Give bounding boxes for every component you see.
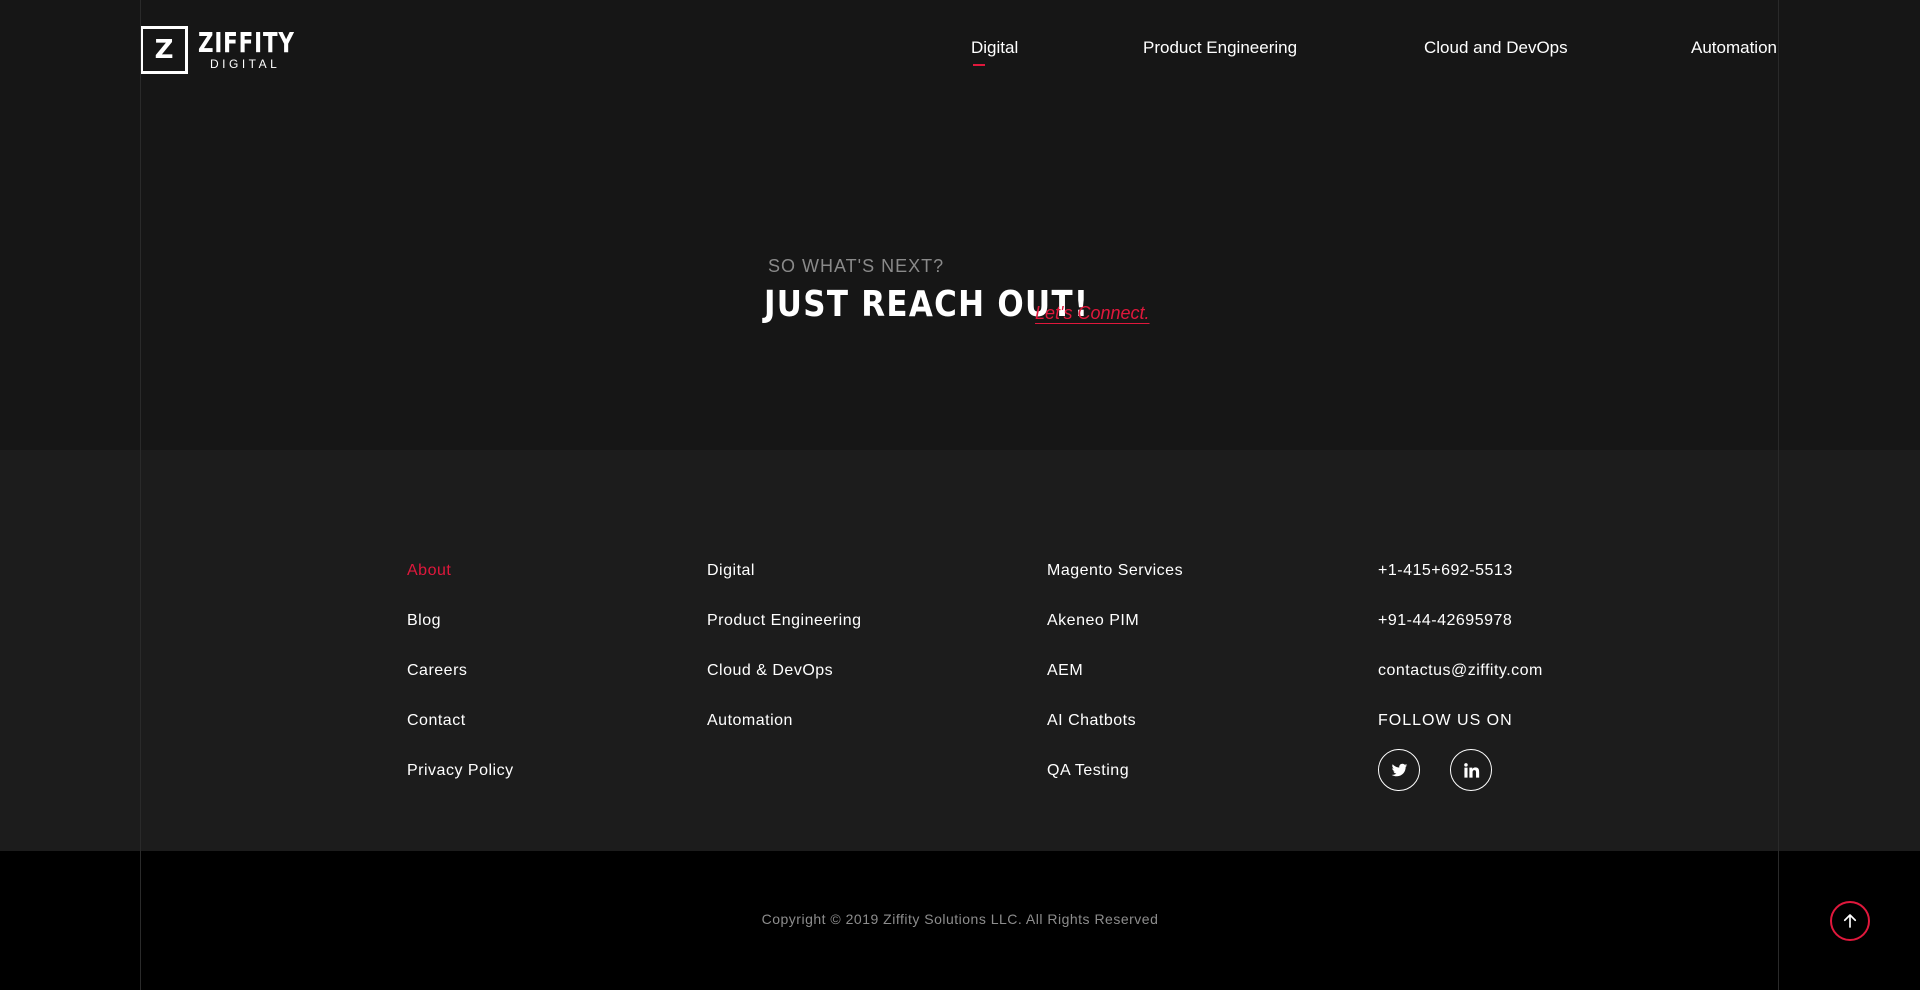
footer-link-aem[interactable]: AEM — [1047, 661, 1183, 711]
lets-connect-link[interactable]: Let's Connect. — [1035, 303, 1150, 324]
footer-link-blog[interactable]: Blog — [407, 611, 514, 661]
cta-section: SO WHAT'S NEXT? JUST REACH OUT! Let's Co… — [0, 0, 1920, 450]
footer-link-ai-chatbots[interactable]: AI Chatbots — [1047, 711, 1183, 761]
footer-link-qa-testing[interactable]: QA Testing — [1047, 761, 1183, 811]
email-link[interactable]: contactus@ziffity.com — [1378, 661, 1543, 711]
copyright-text: Copyright © 2019 Ziffity Solutions LLC. … — [761, 911, 1159, 927]
arrow-up-icon — [1843, 914, 1857, 928]
footer-link-magento-services[interactable]: Magento Services — [1047, 561, 1183, 611]
footer-link-product-engineering[interactable]: Product Engineering — [707, 611, 861, 661]
footer-link-akeneo-pim[interactable]: Akeneo PIM — [1047, 611, 1183, 661]
footer-link-careers[interactable]: Careers — [407, 661, 514, 711]
linkedin-icon — [1463, 762, 1479, 778]
footer-services-column: Digital Product Engineering Cloud & DevO… — [707, 561, 861, 761]
footer-link-cloud-devops[interactable]: Cloud & DevOps — [707, 661, 861, 711]
footer-company-column: About Blog Careers Contact Privacy Polic… — [407, 561, 514, 811]
twitter-icon — [1391, 763, 1407, 776]
footer-link-contact[interactable]: Contact — [407, 711, 514, 761]
footer-link-automation[interactable]: Automation — [707, 711, 861, 761]
cta-eyebrow: SO WHAT'S NEXT? — [768, 256, 945, 276]
phone-india-link[interactable]: +91-44-42695978 — [1378, 611, 1543, 661]
phone-us-link[interactable]: +1-415+692-5513 — [1378, 561, 1543, 611]
site-footer: About Blog Careers Contact Privacy Polic… — [0, 450, 1920, 851]
footer-contact-column: +1-415+692-5513 +91-44-42695978 contactu… — [1378, 561, 1543, 791]
social-links — [1378, 749, 1543, 791]
footer-link-about[interactable]: About — [407, 561, 514, 611]
linkedin-button[interactable] — [1450, 749, 1492, 791]
bottom-bar: Copyright © 2019 Ziffity Solutions LLC. … — [0, 851, 1920, 990]
footer-link-digital[interactable]: Digital — [707, 561, 861, 611]
twitter-button[interactable] — [1378, 749, 1420, 791]
footer-solutions-column: Magento Services Akeneo PIM AEM AI Chatb… — [1047, 561, 1183, 811]
back-to-top-button[interactable] — [1830, 901, 1870, 941]
follow-us-label: FOLLOW US ON — [1378, 712, 1513, 729]
footer-link-privacy-policy[interactable]: Privacy Policy — [407, 761, 514, 811]
